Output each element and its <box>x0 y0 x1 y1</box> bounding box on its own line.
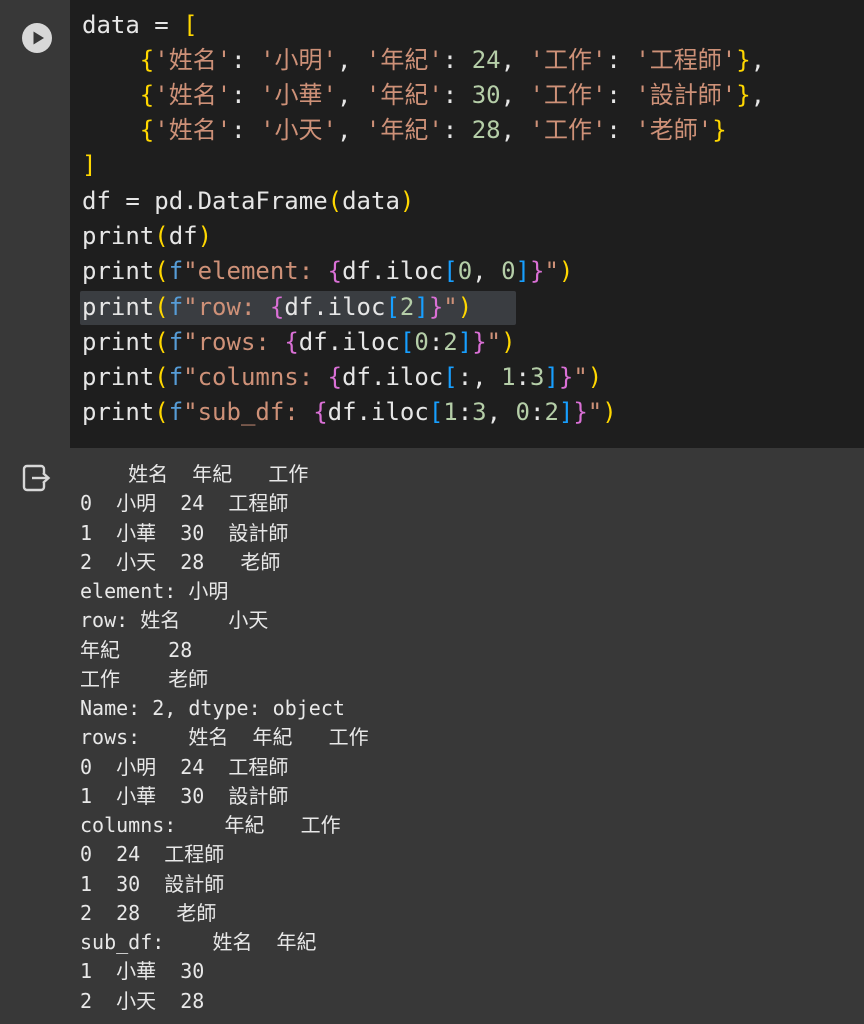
output-line: 0 小明 24 工程師 <box>80 754 289 779</box>
code-line: data = [ <box>82 11 198 39</box>
output-line: 2 小天 28 老師 <box>80 549 281 574</box>
output-line: 1 30 設計師 <box>80 871 225 896</box>
cell-output: 姓名 年紀 工作 0 小明 24 工程師 1 小華 30 設計師 2 小天 28 老師… <box>70 448 864 1024</box>
output-line: 姓名 年紀 工作 <box>80 462 309 486</box>
code-line: print(f"rows: {df.iloc[0:2]}") <box>82 328 516 356</box>
output-line: 1 小華 30 設計師 <box>80 783 289 808</box>
code-line: print(f"columns: {df.iloc[:, 1:3]}") <box>82 363 603 391</box>
cell-gutter <box>0 0 70 448</box>
code-line: {'姓名': '小華', '年紀': 30, '工作': '設計師'}, <box>139 81 766 109</box>
output-line: 1 小華 30 <box>80 959 205 984</box>
code-line: ] <box>82 151 97 179</box>
output-gutter <box>0 448 70 1024</box>
notebook-cell: data = [ {'姓名': '小明', '年紀': 24, '工作': '工… <box>0 0 864 1024</box>
code-line: df = pd.DataFrame(data) <box>82 187 415 215</box>
code-line: print(f"sub_df: {df.iloc[1:3, 0:2]}") <box>82 398 617 426</box>
output-line: sub_df: 姓名 年紀 <box>80 930 317 954</box>
output-line: rows: 姓名 年紀 工作 <box>80 725 369 750</box>
output-line: 0 24 工程師 <box>80 842 225 867</box>
code-line: print(f"element: {df.iloc[0, 0]}") <box>82 257 574 285</box>
output-line: 年紀 28 <box>80 637 193 662</box>
code-line: {'姓名': '小明', '年紀': 24, '工作': '工程師'}, <box>139 46 766 74</box>
output-line: 2 小天 28 <box>80 988 205 1013</box>
output-line: element: 小明 <box>80 579 229 603</box>
code-line: {'姓名': '小天', '年紀': 28, '工作': '老師'} <box>139 116 727 144</box>
output-line: 工作 老師 <box>80 666 209 691</box>
output-line: 1 小華 30 設計師 <box>80 520 289 545</box>
output-line: columns: 年紀 工作 <box>80 813 341 837</box>
code-line: print(f"row: {df.iloc[2]}") <box>82 293 473 321</box>
play-circle-icon[interactable] <box>21 22 53 54</box>
code-editor[interactable]: data = [ {'姓名': '小明', '年紀': 24, '工作': '工… <box>70 0 864 448</box>
code-line: print(df) <box>82 222 213 250</box>
output-line: row: 姓名 小天 <box>80 608 269 633</box>
output-line: Name: 2, dtype: object <box>80 696 345 720</box>
output-arrow-icon[interactable] <box>22 464 52 492</box>
output-line: 0 小明 24 工程師 <box>80 491 289 516</box>
output-line: 2 28 老師 <box>80 900 217 925</box>
